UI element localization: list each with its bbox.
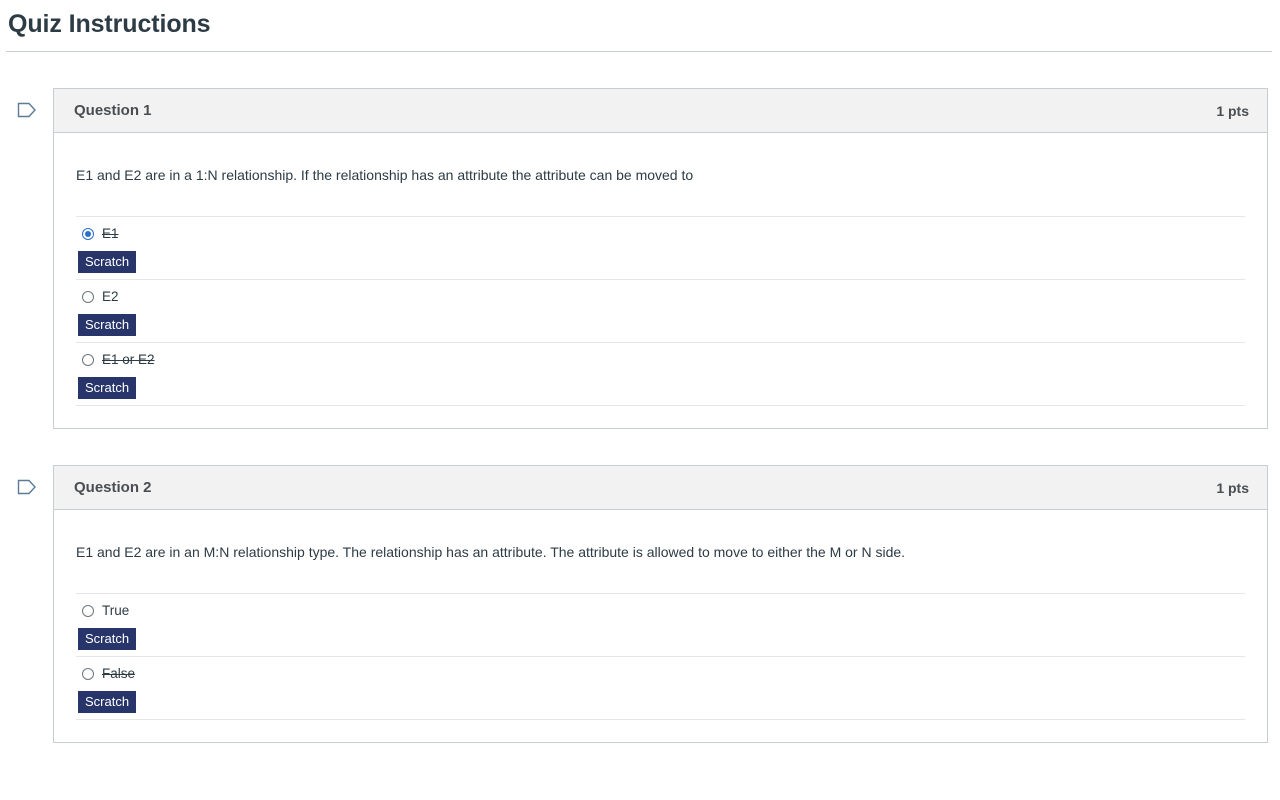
answer-radio-q2-2[interactable] bbox=[82, 668, 94, 680]
answer-radio-q1-1[interactable] bbox=[82, 228, 94, 240]
scratch-button-q1-1[interactable]: Scratch bbox=[78, 251, 137, 273]
answer-option-q1-3[interactable]: E1 or E2 Scratch bbox=[76, 342, 1245, 406]
question-points: 1 pts bbox=[1216, 102, 1249, 119]
title-divider bbox=[6, 51, 1272, 52]
question-points: 1 pts bbox=[1216, 479, 1249, 496]
answer-label: False bbox=[102, 666, 136, 681]
answer-option-q2-2[interactable]: False Scratch bbox=[76, 656, 1245, 720]
answer-line[interactable]: E1 bbox=[76, 226, 1245, 242]
question-header: Question 1 1 pts bbox=[54, 89, 1267, 133]
question-name: Question 2 bbox=[74, 479, 152, 496]
answer-list: E1 Scratch E2 Scratch E1 or E2 Scratch bbox=[76, 216, 1245, 428]
question-text: E1 and E2 are in an M:N relationship typ… bbox=[76, 544, 906, 560]
question-name: Question 1 bbox=[74, 102, 152, 119]
question-text: E1 and E2 are in a 1:N relationship. If … bbox=[76, 167, 694, 183]
answer-label: E1 bbox=[102, 226, 119, 241]
scratch-button-q2-2[interactable]: Scratch bbox=[78, 691, 137, 713]
question-row: Question 1 1 pts E1 and E2 are in a 1:N … bbox=[0, 88, 1280, 429]
question-row: Question 2 1 pts E1 and E2 are in an M:N… bbox=[0, 465, 1280, 743]
flag-column bbox=[0, 88, 53, 124]
answer-label: True bbox=[102, 603, 130, 618]
answer-radio-q2-1[interactable] bbox=[82, 605, 94, 617]
flag-icon-question-1[interactable] bbox=[17, 101, 37, 124]
answer-label: E2 bbox=[102, 289, 119, 304]
answer-option-q1-1[interactable]: E1 Scratch bbox=[76, 216, 1245, 279]
answer-line[interactable]: False bbox=[76, 666, 1245, 682]
answer-option-q2-1[interactable]: True Scratch bbox=[76, 593, 1245, 656]
flag-icon-question-2[interactable] bbox=[17, 478, 37, 501]
scratch-button-q2-1[interactable]: Scratch bbox=[78, 628, 137, 650]
question-card-1: Question 1 1 pts E1 and E2 are in a 1:N … bbox=[53, 88, 1268, 429]
answer-line[interactable]: E2 bbox=[76, 289, 1245, 305]
page-header: Quiz Instructions bbox=[0, 0, 1280, 52]
question-header: Question 2 1 pts bbox=[54, 466, 1267, 510]
flag-column bbox=[0, 465, 53, 501]
question-card-2: Question 2 1 pts E1 and E2 are in an M:N… bbox=[53, 465, 1268, 743]
quiz-question-list: Question 1 1 pts E1 and E2 are in a 1:N … bbox=[0, 88, 1280, 743]
answer-line[interactable]: True bbox=[76, 603, 1245, 619]
scratch-button-q1-2[interactable]: Scratch bbox=[78, 314, 137, 336]
answer-label: E1 or E2 bbox=[102, 352, 155, 367]
answer-radio-q1-2[interactable] bbox=[82, 291, 94, 303]
answer-radio-q1-3[interactable] bbox=[82, 354, 94, 366]
scratch-button-q1-3[interactable]: Scratch bbox=[78, 377, 137, 399]
question-content: E1 and E2 are in an M:N relationship typ… bbox=[54, 510, 1267, 742]
answer-line[interactable]: E1 or E2 bbox=[76, 352, 1245, 368]
question-content: E1 and E2 are in a 1:N relationship. If … bbox=[54, 133, 1267, 428]
page-title: Quiz Instructions bbox=[8, 10, 211, 38]
answer-option-q1-2[interactable]: E2 Scratch bbox=[76, 279, 1245, 342]
answer-list: True Scratch False Scratch bbox=[76, 593, 1245, 742]
